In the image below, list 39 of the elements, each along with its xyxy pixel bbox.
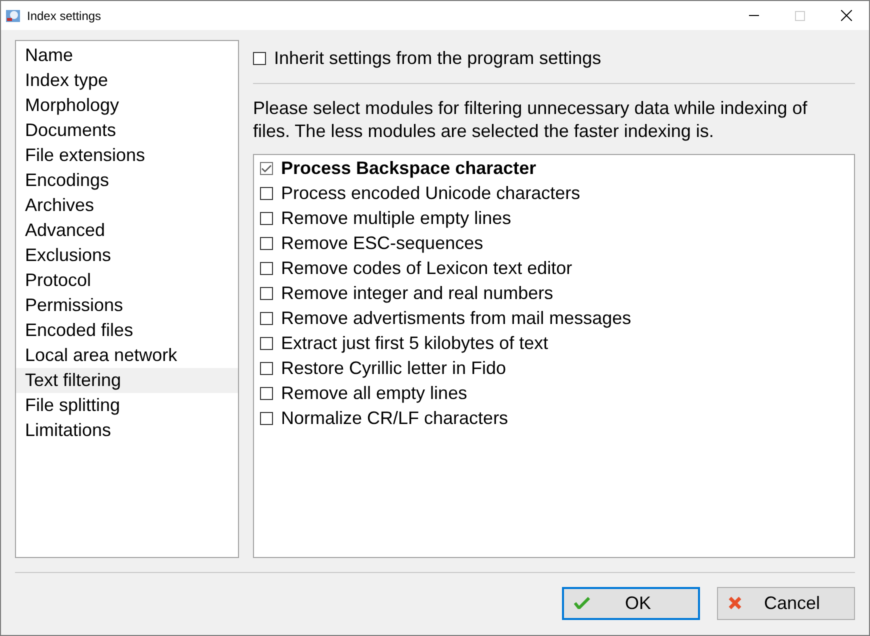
- inherit-checkbox[interactable]: Inherit settings from the program settings: [253, 46, 855, 71]
- sidebar-item[interactable]: Encoded files: [16, 318, 238, 343]
- sidebar-item[interactable]: Local area network: [16, 343, 238, 368]
- sidebar-item[interactable]: Encodings: [16, 168, 238, 193]
- module-checkbox[interactable]: Normalize CR/LF characters: [260, 406, 854, 431]
- close-icon: [840, 10, 852, 21]
- sidebar-item[interactable]: Advanced: [16, 218, 238, 243]
- close-icon: [728, 596, 742, 610]
- sidebar-item[interactable]: Documents: [16, 118, 238, 143]
- sidebar-item[interactable]: Archives: [16, 193, 238, 218]
- sidebar-item[interactable]: File extensions: [16, 143, 238, 168]
- sidebar-item[interactable]: Text filtering: [16, 368, 238, 393]
- module-checkbox[interactable]: Remove multiple empty lines: [260, 206, 854, 231]
- checkmark-icon: [261, 164, 272, 173]
- ok-button[interactable]: OK: [562, 586, 700, 620]
- module-checkbox[interactable]: Remove ESC-sequences: [260, 231, 854, 256]
- sidebar-item[interactable]: Index type: [16, 68, 238, 93]
- sidebar-item[interactable]: Protocol: [16, 268, 238, 293]
- module-checkbox[interactable]: Process encoded Unicode characters: [260, 181, 854, 206]
- module-checkbox[interactable]: Remove integer and real numbers: [260, 281, 854, 306]
- app-icon: [5, 8, 21, 24]
- maximize-icon: [795, 10, 805, 20]
- sidebar-item[interactable]: Morphology: [16, 93, 238, 118]
- description-text: Please select modules for filtering unnecessary data while indexing of files. The less modules are selected the faster indexing is.: [253, 97, 808, 143]
- sidebar-item[interactable]: File splitting: [16, 393, 238, 418]
- module-checkbox[interactable]: Remove all empty lines: [260, 381, 854, 406]
- cancel-button[interactable]: Cancel: [717, 586, 855, 620]
- checkmark-icon: [574, 597, 590, 609]
- window-title: Index settings: [27, 8, 102, 22]
- module-checkbox[interactable]: Restore Cyrillic letter in Fido: [260, 356, 854, 381]
- module-checkbox[interactable]: Remove codes of Lexicon text editor: [260, 256, 854, 281]
- minimize-icon: [749, 15, 759, 16]
- sidebar-item[interactable]: Limitations: [16, 418, 238, 443]
- sidebar-item[interactable]: Exclusions: [16, 243, 238, 268]
- module-checkbox[interactable]: Extract just first 5 kilobytes of text: [260, 331, 854, 356]
- sidebar-item[interactable]: Name: [16, 43, 238, 68]
- module-checkbox[interactable]: Process Backspace character: [260, 156, 854, 181]
- module-checkbox[interactable]: Remove advertisments from mail messages: [260, 306, 854, 331]
- sidebar-item[interactable]: Permissions: [16, 293, 238, 318]
